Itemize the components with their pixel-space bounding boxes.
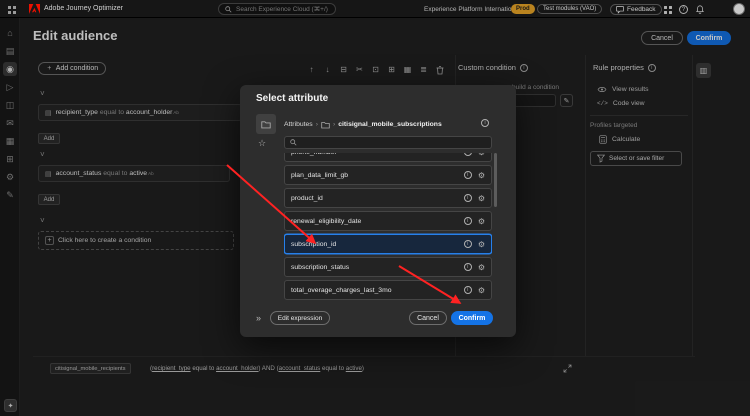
- speech-bubble-icon: [616, 5, 624, 14]
- assistant-icon[interactable]: ✦: [4, 399, 17, 412]
- dialog-title: Select attribute: [256, 93, 329, 104]
- breadcrumb-leaf: citisignal_mobile_subscriptions: [338, 120, 442, 128]
- settings-icon[interactable]: [478, 153, 485, 157]
- attribute-row-selected[interactable]: subscription_id: [284, 234, 492, 254]
- schema-thumbnail: [256, 114, 276, 134]
- attribute-row[interactable]: subscription_status: [284, 257, 492, 277]
- global-search[interactable]: [218, 3, 336, 15]
- settings-icon[interactable]: [478, 217, 485, 226]
- sandbox-badge[interactable]: Test modules (VAO): [537, 4, 603, 14]
- select-attribute-dialog: Select attribute Attributes › › citisign…: [240, 85, 516, 337]
- attribute-row[interactable]: product_id: [284, 188, 492, 208]
- edit-expression-button[interactable]: Edit expression: [270, 311, 330, 325]
- info-icon[interactable]: [463, 171, 472, 179]
- attribute-search-input[interactable]: [301, 139, 486, 146]
- settings-icon[interactable]: [478, 240, 485, 249]
- settings-icon[interactable]: [478, 194, 485, 203]
- environment-badge: Prod: [511, 4, 535, 14]
- expand-panel-icon[interactable]: [256, 313, 261, 323]
- attribute-row[interactable]: renewal_eligibility_date: [284, 211, 492, 231]
- scrollbar-thumb[interactable]: [494, 153, 497, 207]
- folder-icon[interactable]: [321, 120, 330, 129]
- attribute-row[interactable]: plan_data_limit_gb: [284, 165, 492, 185]
- search-icon: [290, 139, 297, 146]
- apps-grid-icon[interactable]: [662, 4, 673, 15]
- info-icon[interactable]: [463, 240, 472, 248]
- favorite-star-icon[interactable]: [258, 138, 266, 149]
- settings-icon[interactable]: [478, 286, 485, 295]
- info-icon[interactable]: [463, 286, 472, 294]
- settings-icon[interactable]: [478, 263, 485, 272]
- notifications-bell-icon[interactable]: [694, 4, 705, 15]
- breadcrumb-root[interactable]: Attributes: [284, 121, 313, 128]
- user-avatar[interactable]: [733, 3, 745, 15]
- attribute-search[interactable]: [284, 136, 492, 149]
- dialog-confirm-button[interactable]: Confirm: [451, 311, 493, 325]
- attribute-list: phone_number plan_data_limit_gb product_…: [284, 153, 492, 305]
- info-icon[interactable]: [463, 263, 472, 271]
- dialog-cancel-button[interactable]: Cancel: [409, 311, 447, 325]
- breadcrumb: Attributes › › citisignal_mobile_subscri…: [284, 120, 442, 129]
- attribute-row[interactable]: phone_number: [284, 153, 492, 162]
- adobe-logo: [29, 4, 40, 14]
- app: Edit audience Cancel Confirm Add conditi…: [0, 0, 750, 416]
- search-icon: [225, 5, 232, 13]
- app-title: Adobe Journey Optimizer: [44, 5, 123, 12]
- info-icon[interactable]: [463, 153, 472, 156]
- settings-icon[interactable]: [478, 171, 485, 180]
- info-icon[interactable]: [463, 217, 472, 225]
- app-switcher-icon[interactable]: [6, 4, 17, 15]
- search-input[interactable]: [236, 5, 329, 13]
- info-icon[interactable]: [481, 119, 489, 127]
- attribute-row[interactable]: total_overage_charges_last_3mo: [284, 280, 492, 300]
- topbar: Adobe Journey Optimizer Experience Platf…: [0, 0, 750, 18]
- help-icon[interactable]: ?: [678, 4, 689, 15]
- info-icon[interactable]: [463, 194, 472, 202]
- feedback-button[interactable]: Feedback: [610, 4, 662, 15]
